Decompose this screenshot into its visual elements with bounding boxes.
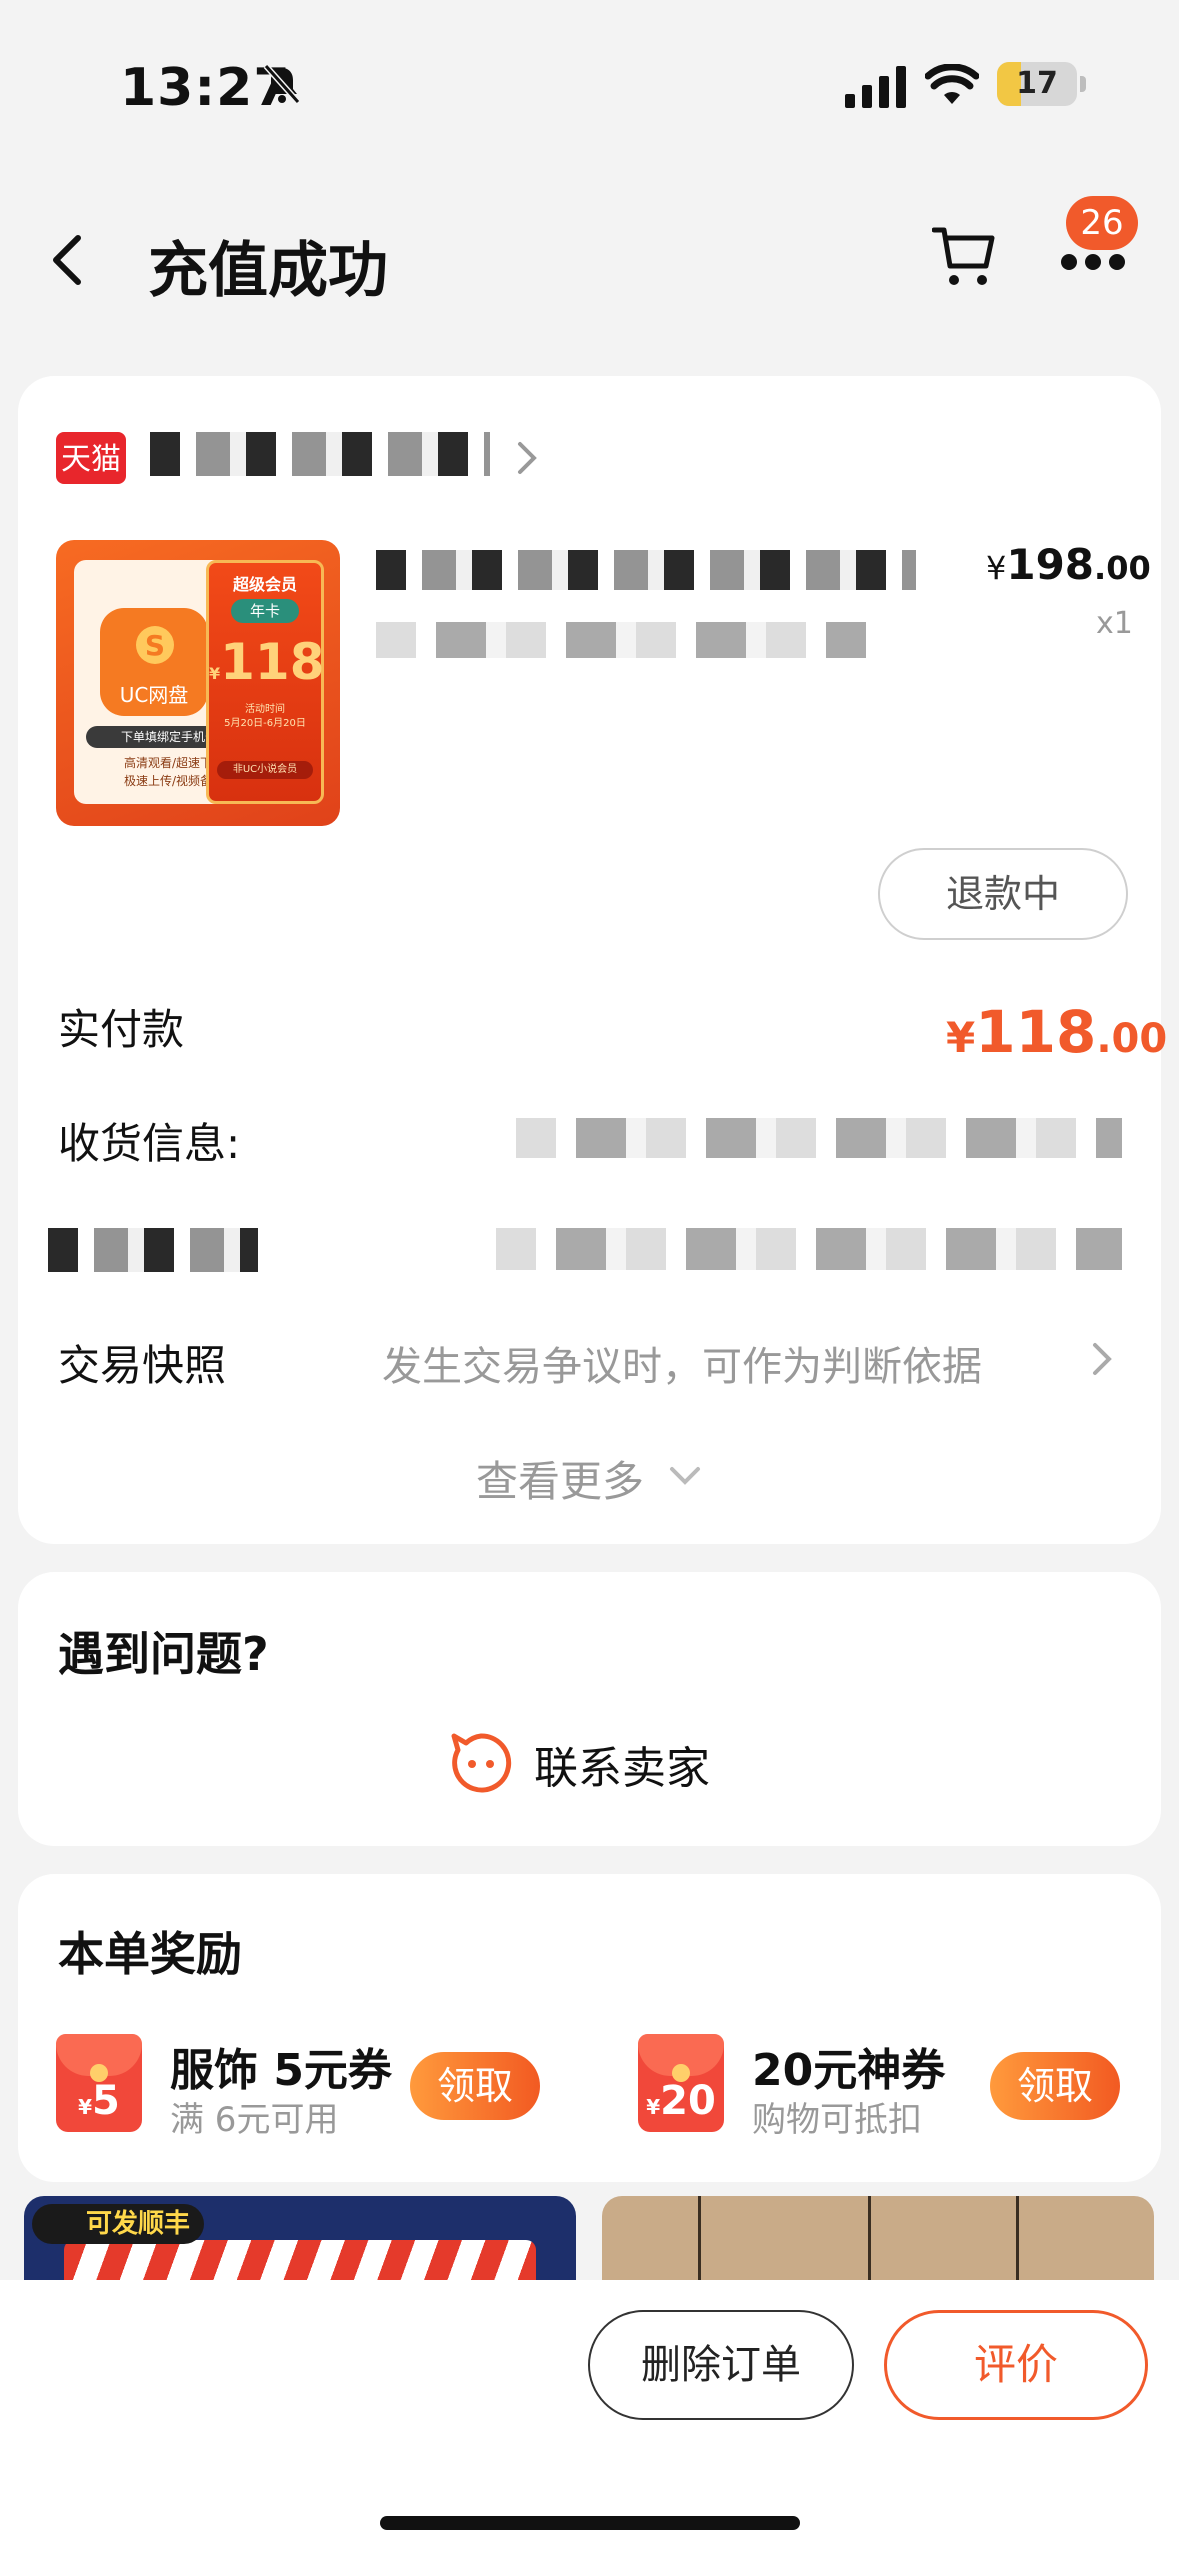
help-title: 遇到问题? (58, 1627, 269, 1681)
store-name-redacted[interactable] (150, 432, 490, 476)
uc-drive-label: UC网盘 (119, 683, 189, 707)
recipient-address-redacted (496, 1228, 1122, 1270)
rewards-title: 本单奖励 (58, 1927, 242, 1981)
product-price: ¥198.00 (986, 540, 1151, 589)
claim-coupon-button[interactable]: 领取 (410, 2052, 540, 2120)
product-image[interactable]: UC网盘 下单填绑定手机号 高清观看/超速下载 极速上传/视频备份 超级会员 年… (56, 540, 340, 826)
back-icon[interactable] (48, 232, 88, 288)
paid-label: 实付款 (58, 1005, 185, 1054)
promo-tag: 可发顺丰 (32, 2204, 205, 2244)
claim-coupon-button[interactable]: 领取 (990, 2052, 1120, 2120)
product-spec-redacted (376, 622, 866, 658)
uc-drive-logo: UC网盘 (100, 608, 208, 716)
product-title-redacted[interactable] (376, 550, 916, 590)
notification-badge: 26 (1066, 196, 1138, 250)
shipping-info-redacted (516, 1118, 1122, 1158)
wifi-icon (925, 64, 979, 104)
help-card (18, 1572, 1161, 1846)
bell-muted-icon (263, 64, 301, 104)
home-indicator[interactable] (380, 2516, 800, 2530)
coupon-title: 服饰 5元券 (170, 2045, 392, 2096)
delete-order-button[interactable]: 删除订单 (588, 2310, 854, 2420)
shipping-label: 收货信息: (58, 1119, 241, 1168)
battery-icon: 17 (997, 62, 1077, 106)
page-title: 充值成功 (148, 236, 388, 306)
snapshot-hint[interactable]: 发生交易争议时，可作为判断依据 (382, 1334, 982, 1392)
membership-badge: 超级会员 年卡 ¥118 活动时间 5月20日-6月20日 非UC小说会员 (206, 560, 325, 804)
recipient-name-redacted (48, 1228, 258, 1272)
cart-icon[interactable] (932, 222, 996, 290)
promo-tile[interactable]: 可发顺丰 (24, 2196, 576, 2286)
red-envelope-icon: ¥20 (638, 2034, 724, 2132)
chevron-right-icon[interactable] (1090, 1340, 1114, 1378)
rate-button[interactable]: 评价 (884, 2310, 1148, 2420)
battery-level: 17 (1016, 66, 1058, 101)
coupon-subtitle: 满 6元可用 (170, 2100, 339, 2140)
chevron-down-icon[interactable] (668, 1464, 702, 1488)
seller-chat-icon[interactable] (448, 1730, 514, 1796)
contact-seller-button[interactable]: 联系卖家 (534, 1732, 710, 1796)
view-more-link[interactable]: 查看更多 (476, 1448, 644, 1509)
tmall-logo: 天猫 (56, 432, 126, 484)
snapshot-label[interactable]: 交易快照 (58, 1332, 226, 1393)
coupon-subtitle: 购物可抵扣 (752, 2100, 922, 2140)
promo-tile[interactable] (602, 2196, 1154, 2286)
chevron-right-icon[interactable] (514, 438, 540, 478)
paid-amount: ¥118.00 (946, 998, 1168, 1066)
battery-tip (1080, 76, 1086, 92)
more-icon[interactable] (1060, 252, 1126, 272)
signal-icon (845, 66, 906, 108)
red-envelope-icon: ¥5 (56, 2034, 142, 2132)
coupon-title: 20元神券 (752, 2045, 946, 2096)
product-quantity: x1 (1096, 606, 1133, 641)
refund-status-button[interactable]: 退款中 (878, 848, 1128, 940)
